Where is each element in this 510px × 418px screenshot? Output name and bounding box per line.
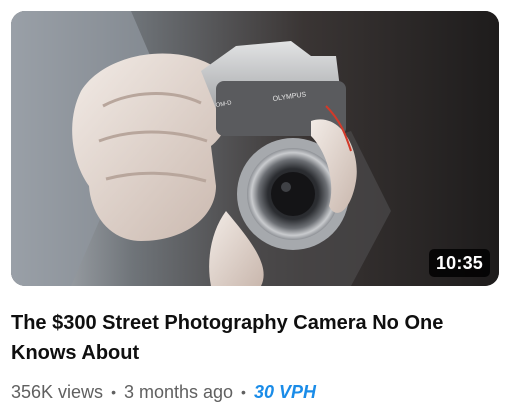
upload-age: 3 months ago [123,381,234,402]
video-metadata: 356K views • 3 months ago • 30 VPH [11,380,316,404]
video-thumbnail[interactable]: OLYMPUS OM-D 10:35 [11,11,499,286]
duration-badge: 10:35 [428,249,490,277]
video-card[interactable]: OLYMPUS OM-D 10:35 The $300 Street Photo… [0,0,510,418]
meta-separator: • [241,384,246,400]
meta-separator: • [111,384,116,400]
view-count: 356K views [11,381,104,402]
vph-badge: 30 VPH [253,381,316,402]
video-title[interactable]: The $300 Street Photography Camera No On… [11,308,481,368]
thumbnail-image: OLYMPUS OM-D [11,11,499,286]
